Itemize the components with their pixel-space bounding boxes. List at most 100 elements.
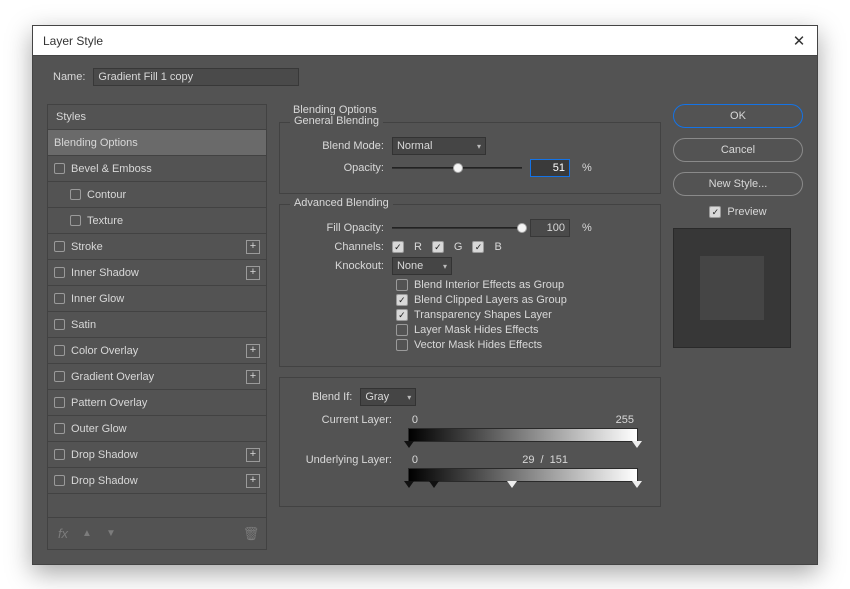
action-column: OK Cancel New Style... Preview bbox=[673, 104, 803, 550]
styles-footer: fx ▲ ▼ 🗑 bbox=[48, 517, 266, 549]
underlying-layer-ramp: Underlying Layer: 0 29 / 151 bbox=[302, 454, 638, 482]
sidebar-item[interactable]: Blending Options bbox=[48, 130, 266, 156]
move-up-icon[interactable]: ▲ bbox=[80, 527, 94, 541]
sidebar-item[interactable]: Outer Glow bbox=[48, 416, 266, 442]
chevron-down-icon: ▾ bbox=[477, 142, 481, 151]
blend-interior-checkbox[interactable] bbox=[396, 279, 408, 291]
sidebar-item[interactable]: Pattern Overlay bbox=[48, 390, 266, 416]
current-ramp-track[interactable] bbox=[408, 428, 638, 442]
channel-r-checkbox[interactable] bbox=[392, 241, 404, 253]
styles-header[interactable]: Styles bbox=[48, 105, 266, 130]
fill-opacity-input[interactable] bbox=[530, 219, 570, 237]
sidebar-item[interactable]: Texture bbox=[48, 208, 266, 234]
current-layer-ramp: Current Layer: 0 255 bbox=[302, 414, 638, 442]
add-effect-icon[interactable]: + bbox=[246, 370, 260, 384]
fx-icon[interactable]: fx bbox=[56, 527, 70, 541]
underlying-ramp-track[interactable] bbox=[408, 468, 638, 482]
blend-if-label: Blend If: bbox=[312, 391, 352, 403]
sidebar-item-label: Satin bbox=[71, 319, 96, 331]
sidebar-item[interactable]: Inner Shadow + bbox=[48, 260, 266, 286]
sidebar-item-label: Color Overlay bbox=[71, 345, 138, 357]
underlying-white-a-slider[interactable] bbox=[429, 481, 439, 488]
general-blending-group: General Blending Blend Mode: Normal ▾ Op… bbox=[279, 122, 661, 194]
style-checkbox[interactable] bbox=[54, 475, 65, 486]
sidebar-item-label: Blending Options bbox=[54, 137, 138, 149]
add-effect-icon[interactable]: + bbox=[246, 266, 260, 280]
style-checkbox[interactable] bbox=[70, 215, 81, 226]
move-down-icon[interactable]: ▼ bbox=[104, 527, 118, 541]
name-input[interactable] bbox=[93, 68, 299, 86]
style-checkbox[interactable] bbox=[54, 267, 65, 278]
blend-if-group: Blend If: Gray ▾ Current Layer: 0 255 bbox=[279, 377, 661, 507]
knockout-select[interactable]: None ▾ bbox=[392, 257, 452, 275]
channel-g-checkbox[interactable] bbox=[432, 241, 444, 253]
add-effect-icon[interactable]: + bbox=[246, 474, 260, 488]
style-checkbox[interactable] bbox=[54, 319, 65, 330]
sidebar-item[interactable]: Gradient Overlay + bbox=[48, 364, 266, 390]
style-checkbox[interactable] bbox=[54, 293, 65, 304]
blend-if-select[interactable]: Gray ▾ bbox=[360, 388, 416, 406]
name-area: Name: bbox=[33, 56, 817, 92]
style-checkbox[interactable] bbox=[54, 371, 65, 382]
close-icon[interactable]: ✕ bbox=[791, 33, 807, 49]
fill-opacity-label: Fill Opacity: bbox=[292, 222, 384, 234]
add-effect-icon[interactable]: + bbox=[246, 448, 260, 462]
sidebar-item[interactable]: Inner Glow bbox=[48, 286, 266, 312]
dialog-title: Layer Style bbox=[43, 34, 103, 48]
opacity-label: Opacity: bbox=[292, 162, 384, 174]
sidebar-item-label: Pattern Overlay bbox=[71, 397, 147, 409]
current-black-slider[interactable] bbox=[404, 441, 414, 448]
fill-opacity-slider[interactable] bbox=[392, 227, 522, 229]
opacity-slider[interactable] bbox=[392, 167, 522, 169]
style-checkbox[interactable] bbox=[54, 345, 65, 356]
options-panel: Blending Options General Blending Blend … bbox=[279, 104, 661, 550]
sidebar-item[interactable]: Bevel & Emboss bbox=[48, 156, 266, 182]
style-checkbox[interactable] bbox=[54, 163, 65, 174]
chevron-down-icon: ▾ bbox=[443, 262, 447, 271]
channels-label: Channels: bbox=[292, 241, 384, 253]
underlying-white-slider[interactable] bbox=[632, 481, 642, 488]
sidebar-item[interactable]: Stroke + bbox=[48, 234, 266, 260]
cancel-button[interactable]: Cancel bbox=[673, 138, 803, 162]
opacity-input[interactable] bbox=[530, 159, 570, 177]
underlying-black-slider[interactable] bbox=[404, 481, 414, 488]
sidebar-item[interactable]: Drop Shadow + bbox=[48, 468, 266, 494]
trash-icon[interactable]: 🗑 bbox=[244, 527, 258, 541]
sidebar-item[interactable]: Drop Shadow+ bbox=[48, 442, 266, 468]
current-layer-label: Current Layer: bbox=[302, 414, 400, 426]
vector-mask-hides-checkbox[interactable] bbox=[396, 339, 408, 351]
style-checkbox[interactable] bbox=[54, 449, 65, 460]
preview-swatch bbox=[673, 228, 791, 348]
sidebar-item-label: Inner Shadow bbox=[71, 267, 139, 279]
sidebar-item[interactable]: Contour bbox=[48, 182, 266, 208]
sidebar-item-label: Drop Shadow bbox=[71, 475, 138, 487]
current-white-slider[interactable] bbox=[632, 441, 642, 448]
sidebar-item[interactable]: Color Overlay + bbox=[48, 338, 266, 364]
add-effect-icon[interactable]: + bbox=[246, 344, 260, 358]
titlebar: Layer Style ✕ bbox=[33, 26, 817, 56]
add-effect-icon[interactable]: + bbox=[246, 240, 260, 254]
layer-mask-hides-checkbox[interactable] bbox=[396, 324, 408, 336]
group-label-advanced: Advanced Blending bbox=[290, 197, 393, 209]
sidebar-item-label: Inner Glow bbox=[71, 293, 124, 305]
sidebar-item-label: Gradient Overlay bbox=[71, 371, 154, 383]
blend-mode-select[interactable]: Normal ▾ bbox=[392, 137, 486, 155]
transparency-shapes-checkbox[interactable] bbox=[396, 309, 408, 321]
blend-clipped-checkbox[interactable] bbox=[396, 294, 408, 306]
opacity-slider-thumb[interactable] bbox=[453, 163, 463, 173]
style-checkbox[interactable] bbox=[54, 241, 65, 252]
preview-checkbox[interactable] bbox=[709, 206, 721, 218]
sidebar-item-label: Contour bbox=[87, 189, 126, 201]
new-style-button[interactable]: New Style... bbox=[673, 172, 803, 196]
percent-label: % bbox=[582, 162, 592, 174]
channel-b-checkbox[interactable] bbox=[472, 241, 484, 253]
style-checkbox[interactable] bbox=[70, 189, 81, 200]
ok-button[interactable]: OK bbox=[673, 104, 803, 128]
sidebar-item[interactable]: Satin bbox=[48, 312, 266, 338]
style-checkbox[interactable] bbox=[54, 423, 65, 434]
fill-opacity-slider-thumb[interactable] bbox=[517, 223, 527, 233]
sidebar-item-label: Stroke bbox=[71, 241, 103, 253]
underlying-white-b-slider[interactable] bbox=[507, 481, 517, 488]
style-checkbox[interactable] bbox=[54, 397, 65, 408]
group-label-general: General Blending bbox=[290, 115, 383, 127]
